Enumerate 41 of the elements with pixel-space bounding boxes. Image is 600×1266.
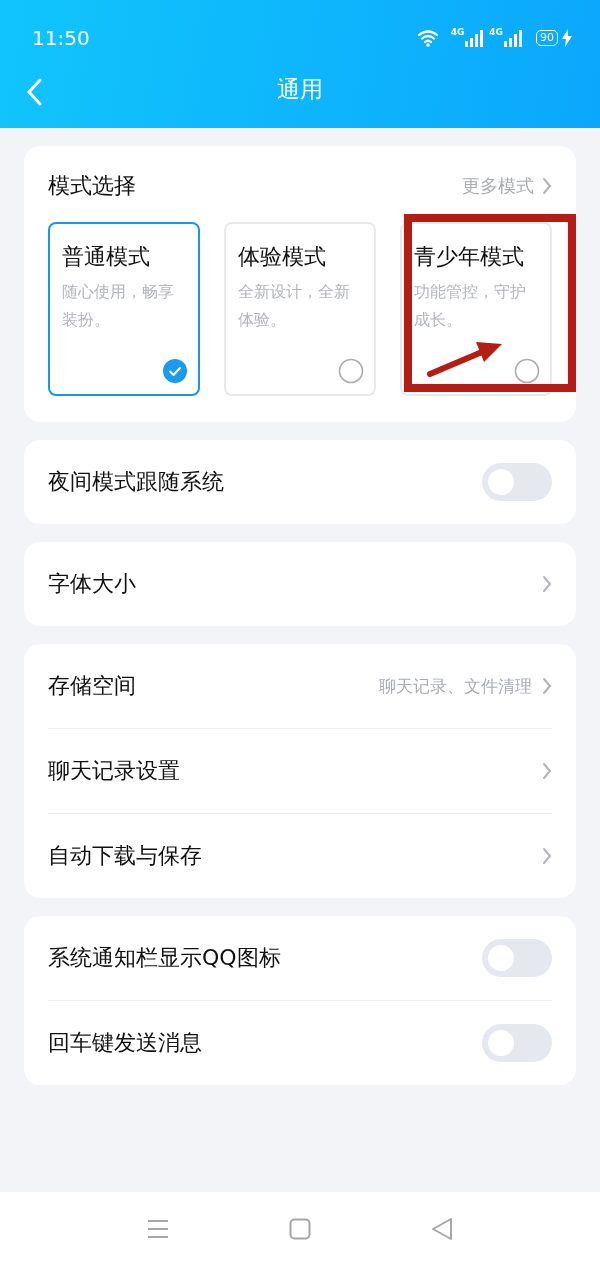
signal-icon xyxy=(465,29,486,47)
radio-icon xyxy=(338,358,364,384)
mode-name: 青少年模式 xyxy=(414,243,525,271)
wifi-icon xyxy=(416,29,441,47)
mode-name: 普通模式 xyxy=(62,243,151,271)
mode-option[interactable]: 青少年模式 功能管控，守护成长。 xyxy=(400,222,552,396)
setting-label: 回车键发送消息 xyxy=(48,1029,202,1057)
toggle-switch[interactable] xyxy=(482,463,552,501)
chevron-right-icon[interactable] xyxy=(542,677,552,695)
toggle-switch[interactable] xyxy=(482,1024,552,1062)
toggle-switch[interactable] xyxy=(482,939,552,977)
battery-level: 90 xyxy=(536,30,558,46)
chevron-right-icon[interactable] xyxy=(542,847,552,865)
setting-label: 自动下载与保存 xyxy=(48,842,202,870)
mode-option[interactable]: 体验模式 全新设计，全新体验。 xyxy=(224,222,376,396)
charging-icon xyxy=(562,29,572,47)
section-title: 模式选择 xyxy=(48,172,136,200)
menu-icon[interactable] xyxy=(147,1219,169,1239)
setting-label: 存储空间 xyxy=(48,672,136,700)
setting-label: 字体大小 xyxy=(48,570,136,598)
chevron-right-icon xyxy=(542,177,552,195)
mode-name: 体验模式 xyxy=(238,243,327,271)
setting-label: 系统通知栏显示QQ图标 xyxy=(48,944,281,972)
back-icon[interactable] xyxy=(431,1217,453,1241)
signal-icon xyxy=(504,29,524,47)
setting-label: 聊天记录设置 xyxy=(48,757,180,785)
setting-label: 夜间模式跟随系统 xyxy=(48,468,224,496)
mode-description: 功能管控，守护成长。 xyxy=(414,281,527,331)
mode-description: 随心使用，畅享装扮。 xyxy=(62,281,175,331)
network-label: 4G xyxy=(450,27,465,37)
mode-option[interactable]: 普通模式 随心使用，畅享装扮。 xyxy=(48,222,200,396)
home-icon[interactable] xyxy=(289,1218,311,1240)
status-time: 11:50 xyxy=(32,26,90,50)
setting-value: 聊天记录、文件清理 xyxy=(379,674,532,698)
chevron-right-icon[interactable] xyxy=(542,575,552,593)
page-title: 通用 xyxy=(277,74,323,104)
chevron-right-icon[interactable] xyxy=(542,762,552,780)
network-label: 4G xyxy=(489,27,503,37)
radio-icon xyxy=(514,358,540,384)
check-icon xyxy=(162,358,188,384)
mode-description: 全新设计，全新体验。 xyxy=(238,281,351,331)
